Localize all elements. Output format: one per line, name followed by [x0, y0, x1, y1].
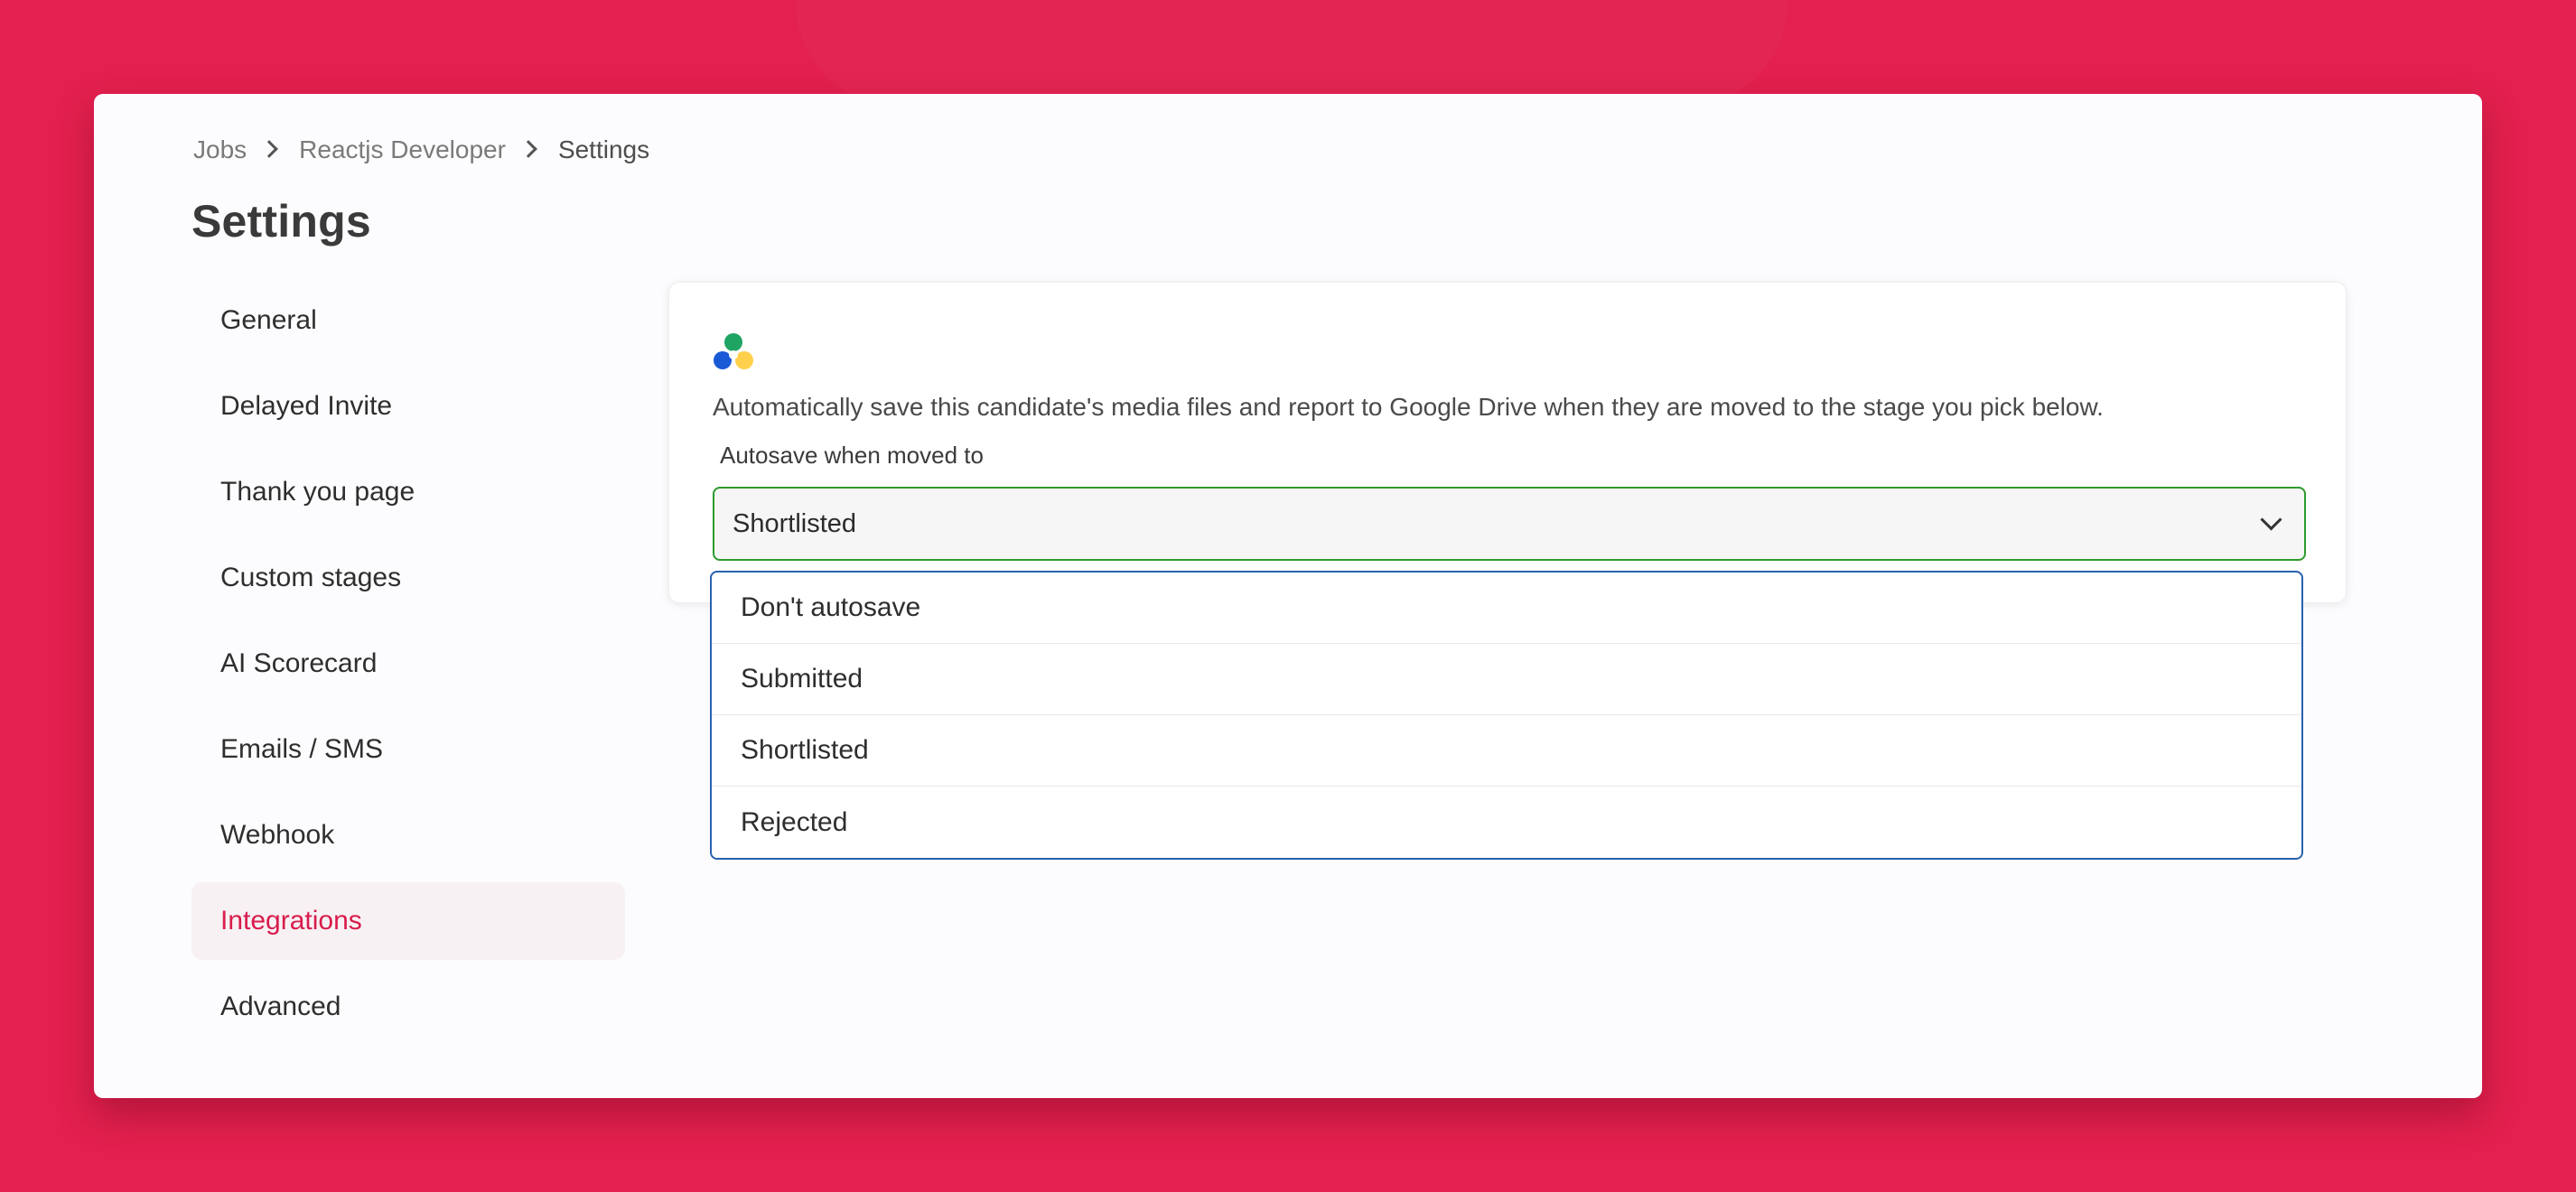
- sidebar-item-integrations[interactable]: Integrations: [191, 882, 625, 960]
- sidebar-item-delayed-invite[interactable]: Delayed Invite: [191, 368, 625, 445]
- google-drive-icon: [714, 333, 753, 369]
- autosave-field-label: Autosave when moved to: [720, 442, 984, 469]
- chevron-right-icon: [260, 140, 279, 158]
- select-value: Shortlisted: [733, 508, 857, 538]
- breadcrumb-current: Settings: [557, 135, 650, 163]
- option-submitted[interactable]: Submitted: [712, 644, 2301, 715]
- sidebar-item-custom-stages[interactable]: Custom stages: [191, 539, 625, 617]
- google-drive-integration-panel: Automatically save this candidate's medi…: [668, 282, 2347, 603]
- settings-sidebar: General Delayed Invite Thank you page Cu…: [191, 282, 625, 1054]
- background-glow: [795, 0, 1788, 108]
- chevron-right-icon: [519, 140, 537, 158]
- sidebar-item-advanced[interactable]: Advanced: [191, 968, 625, 1046]
- option-dont-autosave[interactable]: Don't autosave: [712, 573, 2301, 644]
- breadcrumb-job[interactable]: Reactjs Developer: [299, 135, 506, 164]
- sidebar-item-emails-sms[interactable]: Emails / SMS: [191, 711, 625, 788]
- page-title: Settings: [191, 196, 371, 247]
- chevron-down-icon: [2260, 508, 2282, 531]
- autosave-stage-select[interactable]: Shortlisted: [713, 487, 2306, 561]
- sidebar-item-webhook[interactable]: Webhook: [191, 796, 625, 874]
- integration-description: Automatically save this candidate's medi…: [713, 393, 2104, 421]
- sidebar-item-general[interactable]: General: [191, 282, 625, 359]
- breadcrumb: Jobs Reactjs Developer Settings: [193, 132, 649, 168]
- sidebar-item-ai-scorecard[interactable]: AI Scorecard: [191, 625, 625, 703]
- option-shortlisted[interactable]: Shortlisted: [712, 715, 2301, 787]
- option-rejected[interactable]: Rejected: [712, 787, 2301, 858]
- breadcrumb-jobs[interactable]: Jobs: [193, 135, 247, 164]
- autosave-stage-dropdown: Don't autosave Submitted Shortlisted Rej…: [710, 571, 2303, 860]
- sidebar-item-thank-you-page[interactable]: Thank you page: [191, 453, 625, 531]
